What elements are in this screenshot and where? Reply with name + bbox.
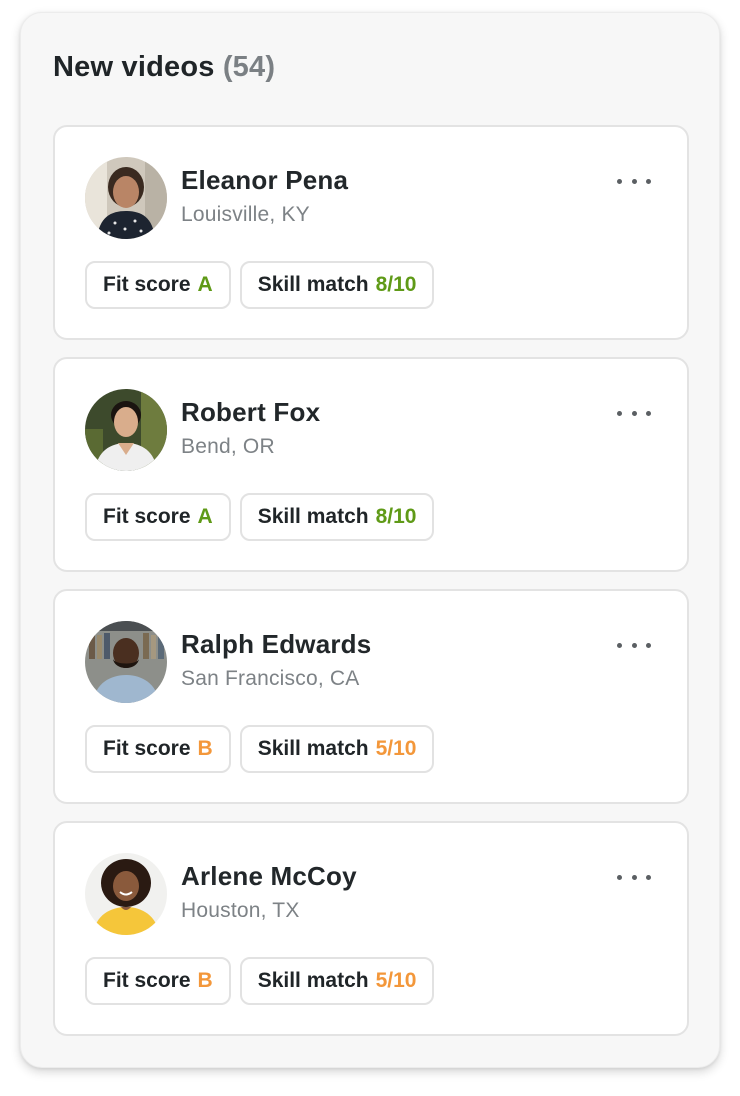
fit-score-label: Fit score [103,273,191,296]
fit-score-label: Fit score [103,969,191,992]
fit-score-value: B [197,737,213,760]
skill-match-value: 5/10 [375,737,417,760]
skill-match-badge: Skill match 8/10 [239,261,435,309]
skill-match-label: Skill match [257,273,369,296]
more-options-icon[interactable] [617,635,651,655]
candidate-name[interactable]: Ralph Edwards [181,629,371,660]
candidate-card[interactable]: Arlene McCoy Houston, TX Fit score B Ski… [53,821,689,1036]
more-options-icon[interactable] [617,867,651,887]
more-options-icon[interactable] [617,403,651,423]
candidate-avatar[interactable] [85,389,167,471]
skill-match-value: 8/10 [375,273,417,296]
skill-match-label: Skill match [257,737,369,760]
fit-score-label: Fit score [103,737,191,760]
candidate-location: Bend, OR [181,435,275,458]
skill-match-label: Skill match [257,969,369,992]
panel-title-text: New videos [53,51,215,83]
fit-score-value: B [197,969,213,992]
candidate-card[interactable]: Robert Fox Bend, OR Fit score A Skill ma… [53,357,689,572]
skill-match-badge: Skill match 5/10 [239,725,435,773]
candidate-badges: Fit score A Skill match 8/10 [85,493,435,541]
candidate-card[interactable]: Ralph Edwards San Francisco, CA Fit scor… [53,589,689,804]
video-count: (54) [222,51,276,83]
fit-score-value: A [197,273,213,296]
skill-match-value: 5/10 [375,969,417,992]
candidate-card[interactable]: Eleanor Pena Louisville, KY Fit score A … [53,125,689,340]
fit-score-value: A [197,505,213,528]
skill-match-value: 8/10 [375,505,417,528]
fit-score-badge: Fit score B [85,957,231,1005]
candidate-location: Houston, TX [181,899,300,922]
candidate-name[interactable]: Arlene McCoy [181,861,357,892]
candidate-location: Louisville, KY [181,203,310,226]
panel-title: New videos (54) [53,51,275,84]
more-options-icon[interactable] [617,171,651,191]
candidate-name[interactable]: Eleanor Pena [181,165,348,196]
skill-match-badge: Skill match 8/10 [239,493,435,541]
candidate-avatar[interactable] [85,157,167,239]
candidate-name[interactable]: Robert Fox [181,397,320,428]
candidate-badges: Fit score B Skill match 5/10 [85,957,435,1005]
fit-score-label: Fit score [103,505,191,528]
candidate-list: Eleanor Pena Louisville, KY Fit score A … [53,125,689,1053]
new-videos-panel: New videos (54) Eleanor Pena Louisville,… [20,12,720,1068]
skill-match-badge: Skill match 5/10 [239,957,435,1005]
candidate-badges: Fit score A Skill match 8/10 [85,261,435,309]
fit-score-badge: Fit score B [85,725,231,773]
candidate-avatar[interactable] [85,621,167,703]
candidate-location: San Francisco, CA [181,667,360,690]
candidate-avatar[interactable] [85,853,167,935]
candidate-badges: Fit score B Skill match 5/10 [85,725,435,773]
fit-score-badge: Fit score A [85,493,231,541]
fit-score-badge: Fit score A [85,261,231,309]
skill-match-label: Skill match [257,505,369,528]
